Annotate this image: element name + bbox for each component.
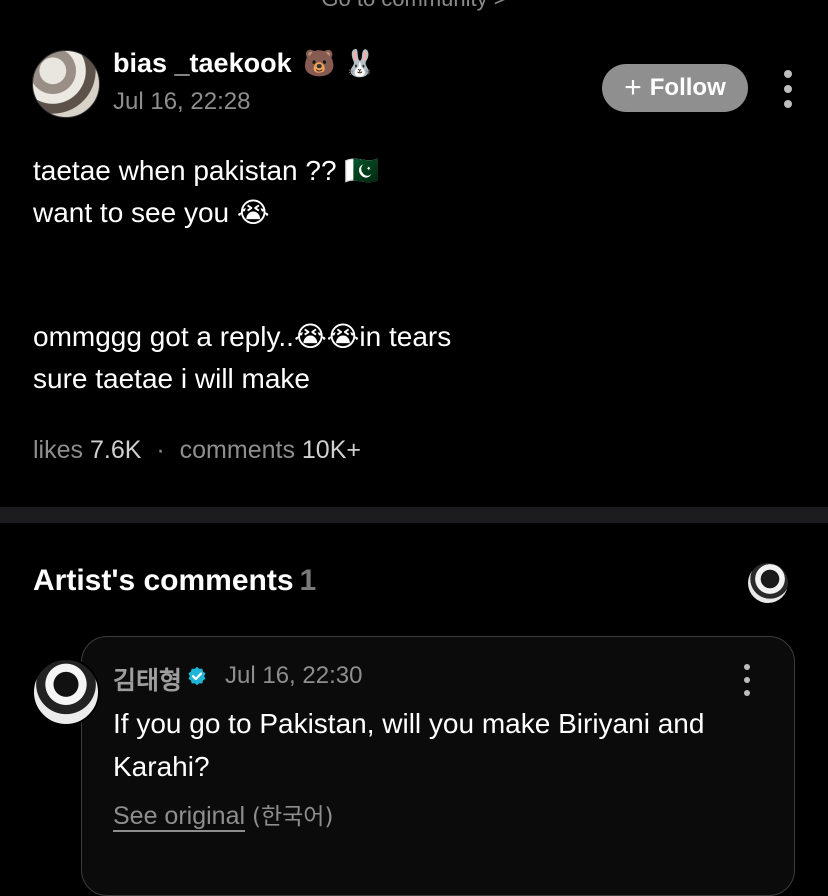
crying-face-icon: 😭 <box>236 196 270 229</box>
pakistan-flag-icon: 🇵🇰 <box>344 154 380 187</box>
artist-comments-heading: Artist's comments 1 <box>33 564 317 597</box>
author-name[interactable]: bias _taekook 🐻 🐰 <box>113 48 376 79</box>
artist-avatar-small[interactable] <box>748 563 788 603</box>
post-timestamp: Jul 16, 22:28 <box>113 88 251 115</box>
author-avatar[interactable] <box>32 50 100 118</box>
crying-face-icon: 😭😭 <box>293 320 360 353</box>
author-name-text: bias _taekook <box>113 48 292 78</box>
comments-count: 10K+ <box>301 436 361 464</box>
post-body: taetae when pakistan ?? 🇵🇰 want to see y… <box>33 150 451 400</box>
post-line: sure taetae i will make <box>33 363 311 394</box>
likes-count: 7.6K <box>89 436 142 464</box>
post-stats: likes 7.6K · comments 10K+ <box>33 436 361 465</box>
comments-label[interactable]: comments <box>180 436 295 464</box>
section-divider <box>0 507 828 523</box>
go-to-community-link[interactable]: Go to community > <box>0 0 828 12</box>
commenter-name[interactable]: 김태형 <box>113 661 182 697</box>
plus-icon: + <box>624 71 642 104</box>
likes-label[interactable]: likes <box>33 436 83 464</box>
comment-more-icon[interactable] <box>737 664 757 696</box>
post-more-icon[interactable] <box>778 70 798 108</box>
follow-button[interactable]: + Follow <box>602 64 748 112</box>
post-line: taetae when pakistan ?? 🇵🇰 <box>33 154 380 187</box>
stats-separator: · <box>156 436 165 464</box>
comment-text: If you go to Pakistan, will you make Bir… <box>113 708 705 782</box>
follow-label: Follow <box>649 74 726 101</box>
see-original-link[interactable]: See original <box>113 802 245 830</box>
comment-timestamp: Jul 16, 22:30 <box>225 662 363 689</box>
see-original: See original (한국어) <box>113 797 333 831</box>
original-language: (한국어) <box>251 804 334 830</box>
commenter-avatar[interactable] <box>32 658 100 726</box>
verified-badge-icon <box>188 666 206 686</box>
artist-comments-count: 1 <box>299 564 317 597</box>
post-line: ommggg got a reply..😭😭in tears <box>33 320 452 353</box>
post-line: want to see you 😭 <box>33 196 270 229</box>
author-name-emoji: 🐻 🐰 <box>303 49 377 79</box>
